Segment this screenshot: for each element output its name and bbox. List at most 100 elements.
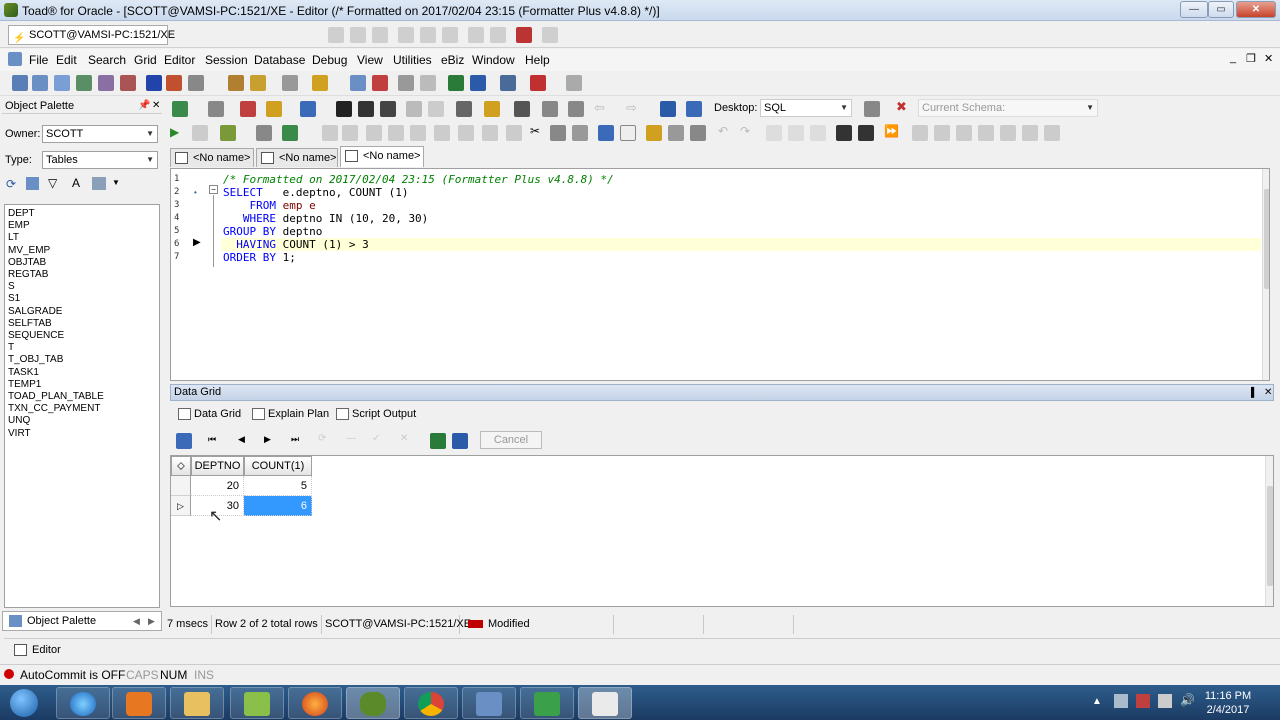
list-item[interactable]: TASK1 — [5, 367, 159, 379]
eraser-icon[interactable] — [146, 75, 162, 91]
next-record-icon[interactable]: ▶ — [264, 434, 271, 445]
row-indicator-current[interactable]: ▷ — [171, 496, 191, 516]
menu-utilities[interactable]: Utilities — [393, 53, 432, 67]
tool-icon[interactable] — [646, 125, 662, 141]
taskbar-ie[interactable] — [56, 687, 110, 719]
code-line[interactable]: ORDER BY 1; — [223, 251, 296, 264]
list-item[interactable]: UNQ — [5, 415, 159, 427]
list-item[interactable]: T_OBJ_TAB — [5, 354, 159, 366]
tool-icon[interactable] — [172, 101, 188, 117]
tool-icon[interactable] — [228, 75, 244, 91]
upload-icon[interactable] — [470, 75, 486, 91]
tray-expand-icon[interactable]: ▲ — [1092, 696, 1102, 707]
list-item[interactable]: LT — [5, 232, 159, 244]
menu-session[interactable]: Session — [205, 53, 248, 67]
first-record-icon[interactable]: ⏮ — [208, 434, 216, 445]
tool-icon[interactable] — [598, 125, 614, 141]
delete-icon[interactable]: ✖ — [896, 99, 907, 115]
pin-icon[interactable]: ▌ — [1251, 385, 1257, 400]
tool-icon[interactable] — [240, 101, 256, 117]
mdi-minimize-icon[interactable]: _ — [1230, 52, 1236, 64]
paste-icon[interactable] — [572, 125, 588, 141]
mdi-restore-icon[interactable]: ❐ — [1246, 52, 1256, 65]
export-icon[interactable] — [430, 433, 446, 449]
tab-explain-plan[interactable]: Explain Plan — [250, 406, 329, 424]
tool-icon[interactable] — [166, 75, 182, 91]
taskbar-app[interactable] — [520, 687, 574, 719]
taskbar-chrome[interactable] — [404, 687, 458, 719]
open-folder-icon[interactable] — [266, 101, 282, 117]
filter-icon[interactable]: ▽ — [48, 176, 57, 190]
gear-icon[interactable] — [420, 75, 436, 91]
menu-search[interactable]: Search — [88, 53, 126, 67]
tool-icon[interactable] — [566, 75, 582, 91]
menu-debug[interactable]: Debug — [312, 53, 347, 67]
menu-ebiz[interactable]: eBiz — [441, 53, 464, 67]
menu-edit[interactable]: Edit — [56, 53, 77, 67]
tool-icon[interactable] — [500, 75, 516, 91]
font-icon[interactable]: A — [72, 176, 80, 190]
taskbar-notepad[interactable] — [230, 687, 284, 719]
save-icon[interactable] — [336, 101, 352, 117]
editor-icon[interactable] — [54, 75, 70, 91]
panel-close-icon[interactable]: ✕ — [1264, 385, 1272, 400]
chevron-left-icon[interactable]: ◀ — [133, 612, 140, 630]
tool-icon[interactable] — [514, 101, 530, 117]
object-palette-tab[interactable]: Object Palette ◀ ▶ — [2, 611, 162, 631]
taskbar-firefox[interactable] — [288, 687, 342, 719]
code-line[interactable]: HAVING COUNT (1) > 3 — [223, 238, 368, 251]
tool-icon[interactable] — [686, 101, 702, 117]
owner-select[interactable]: SCOTT ▼ — [42, 125, 158, 143]
column-header-count[interactable]: COUNT(1) — [244, 456, 312, 476]
connection-tab[interactable]: ⚡ SCOTT@VAMSI-PC:1521/XE — [8, 25, 175, 45]
tool-icon[interactable] — [542, 101, 558, 117]
execute-icon[interactable]: ▶ — [170, 125, 179, 139]
menu-help[interactable]: Help — [525, 53, 550, 67]
list-item[interactable]: REGTAB — [5, 269, 159, 281]
tool-icon[interactable] — [188, 75, 204, 91]
cut-icon[interactable]: ✂ — [530, 124, 540, 138]
import-icon[interactable] — [452, 433, 468, 449]
tool-icon[interactable] — [530, 75, 546, 91]
editor-tab-2[interactable]: <No name> — [256, 148, 338, 167]
tool-icon[interactable] — [120, 75, 136, 91]
taskbar-network[interactable] — [462, 687, 516, 719]
gear-icon[interactable] — [398, 75, 414, 91]
list-item[interactable]: VIRT — [5, 428, 159, 440]
tab-data-grid[interactable]: Data Grid — [176, 406, 241, 424]
autocommit-status[interactable]: AutoCommit is OFF — [20, 668, 125, 682]
editor-tab-3[interactable]: <No name> — [340, 146, 424, 167]
minimize-button[interactable]: — — [1180, 1, 1208, 18]
list-item[interactable]: T — [5, 342, 159, 354]
tool-icon[interactable] — [300, 101, 316, 117]
outdent-icon[interactable] — [858, 125, 874, 141]
editor-scrollbar[interactable] — [1262, 169, 1269, 380]
tab-script-output[interactable]: Script Output — [334, 406, 416, 424]
type-select[interactable]: Tables ▼ — [42, 151, 158, 169]
list-item[interactable]: S — [5, 281, 159, 293]
start-button[interactable] — [2, 686, 46, 720]
save-all-icon[interactable] — [380, 101, 396, 117]
tool-icon[interactable] — [864, 101, 880, 117]
panel-close-icon[interactable]: ✕ — [152, 98, 160, 114]
schema-select[interactable]: Current Schema: ▼ — [918, 99, 1098, 117]
tool-icon[interactable] — [220, 125, 236, 141]
list-item[interactable]: TEMP1 — [5, 379, 159, 391]
tray-volume-icon[interactable]: 🔊 — [1180, 693, 1195, 707]
row-indicator[interactable] — [171, 476, 191, 496]
tool-icon[interactable] — [250, 75, 266, 91]
result-grid[interactable]: ⬦ DEPTNO COUNT(1) 20 5 ▷ 30 6 ↖ — [170, 455, 1274, 607]
code-line[interactable]: WHERE deptno IN (10, 20, 30) — [223, 212, 428, 225]
menu-editor[interactable]: Editor — [164, 53, 195, 67]
refresh-icon[interactable]: ⟳ — [6, 177, 16, 191]
taskbar-media[interactable] — [112, 687, 166, 719]
taskbar-window[interactable] — [578, 687, 632, 719]
chevron-down-icon[interactable]: ▼ — [112, 178, 120, 187]
editor-window-tab[interactable]: Editor — [10, 641, 74, 659]
taskbar-toad[interactable] — [346, 687, 400, 719]
download-icon[interactable] — [448, 75, 464, 91]
scrollbar-thumb[interactable] — [1264, 189, 1269, 289]
list-item[interactable]: SELFTAB — [5, 318, 159, 330]
list-item[interactable]: OBJTAB — [5, 257, 159, 269]
tool-icon[interactable] — [208, 101, 224, 117]
